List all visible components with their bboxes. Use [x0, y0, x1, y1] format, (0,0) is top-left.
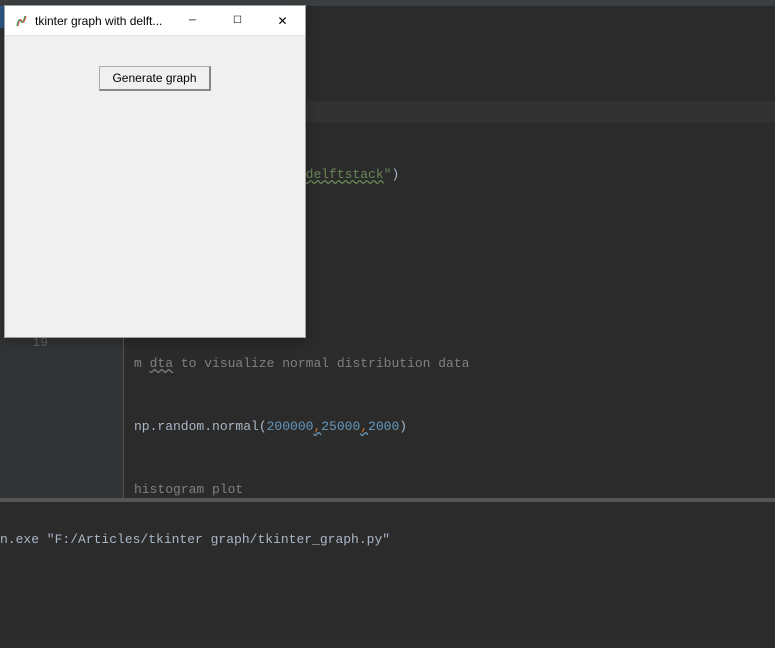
- minimize-button[interactable]: [170, 6, 215, 35]
- window-title: tkinter graph with delft...: [35, 14, 170, 28]
- console-panel[interactable]: n.exe "F:/Articles/tkinter graph/tkinter…: [0, 502, 775, 648]
- console-output-line: n.exe "F:/Articles/tkinter graph/tkinter…: [0, 532, 775, 547]
- code-line: np.random.normal(200000,25000,2000): [134, 416, 775, 437]
- code-line: histogram plot: [134, 479, 775, 498]
- window-titlebar[interactable]: tkinter graph with delft...: [5, 6, 305, 36]
- maximize-button[interactable]: [215, 6, 260, 35]
- generate-graph-button[interactable]: Generate graph: [99, 66, 210, 91]
- window-content: Generate graph: [5, 36, 305, 337]
- code-line: m dta to visualize normal distribution d…: [134, 353, 775, 374]
- tkinter-app-window: tkinter graph with delft... Generate gra…: [4, 5, 306, 338]
- app-icon: [13, 13, 29, 29]
- window-controls: [170, 6, 305, 35]
- close-button[interactable]: [260, 6, 305, 35]
